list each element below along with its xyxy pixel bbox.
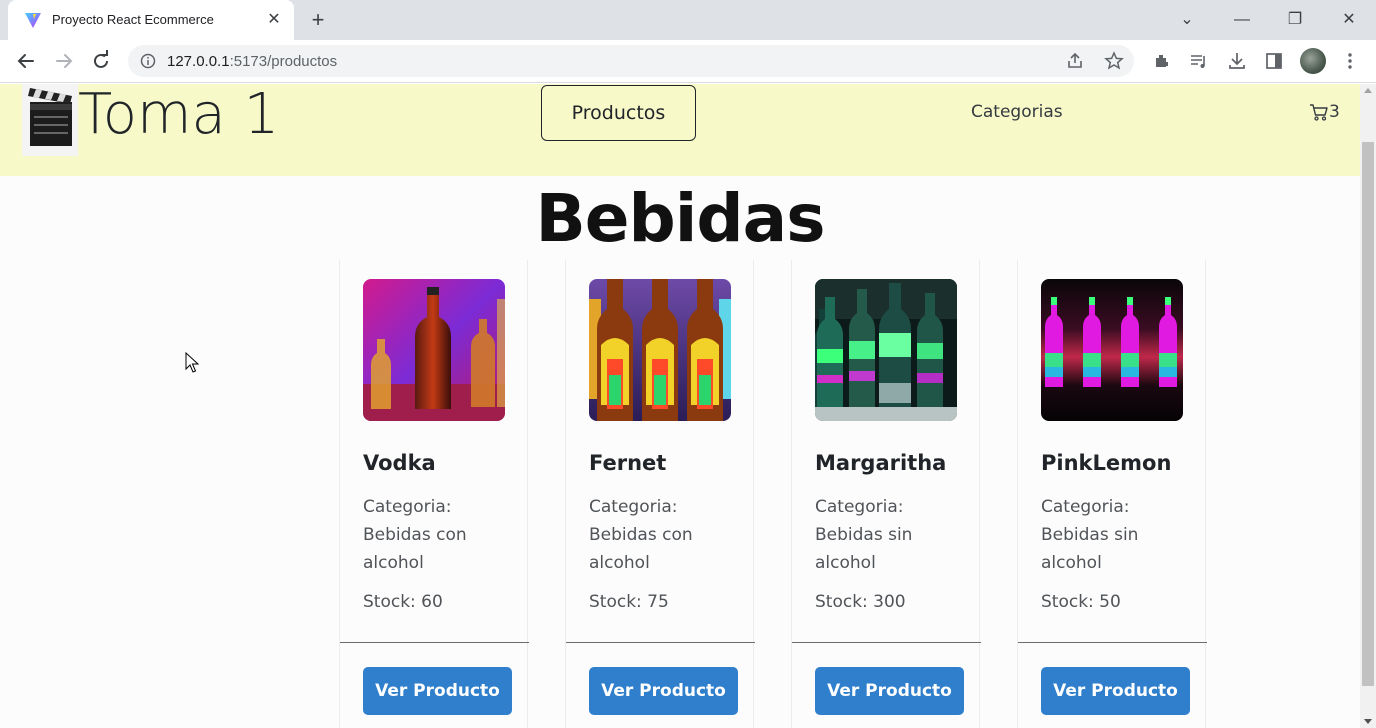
- product-category: Categoria: Bebidas sin alcohol: [1041, 497, 1139, 573]
- product-image-vodka[interactable]: [363, 279, 505, 421]
- side-panel-icon[interactable]: [1264, 51, 1284, 71]
- scroll-down-arrow-icon[interactable]: [1364, 719, 1372, 724]
- product-stock: Stock: 50: [1041, 592, 1121, 612]
- card-divider: [566, 642, 755, 643]
- product-category: Categoria: Bebidas con alcohol: [589, 497, 693, 573]
- cart-count: 3: [1329, 102, 1340, 122]
- cart-icon: [1310, 104, 1328, 121]
- media-controls-icon[interactable]: [1189, 51, 1209, 71]
- nav-productos-button[interactable]: Productos: [541, 85, 696, 141]
- browser-tab[interactable]: Proyecto React Ecommerce ✕: [8, 0, 294, 40]
- brand-title[interactable]: Toma 1: [78, 84, 279, 147]
- minimize-icon[interactable]: —: [1228, 6, 1256, 34]
- page-scrollbar[interactable]: [1360, 84, 1376, 728]
- new-tab-icon[interactable]: +: [306, 8, 330, 32]
- vite-logo-icon: [25, 13, 41, 28]
- product-name: PinkLemon: [1041, 451, 1172, 475]
- ver-producto-button[interactable]: Ver Producto: [815, 667, 964, 715]
- browser-tabstrip: Proyecto React Ecommerce ✕ + ⌄ — ❐ ✕: [0, 0, 1376, 40]
- card-divider: [1018, 642, 1207, 643]
- back-icon[interactable]: [12, 47, 40, 75]
- card-divider: [340, 642, 529, 643]
- product-card: Margaritha Categoria: Bebidas sin alcoho…: [791, 260, 981, 728]
- nav-categorias-link[interactable]: Categorias: [971, 102, 1063, 122]
- product-name: Vodka: [363, 451, 436, 475]
- reload-icon[interactable]: [87, 47, 115, 75]
- product-name: Fernet: [589, 451, 667, 475]
- cart-widget[interactable]: 3: [1309, 102, 1340, 122]
- page-viewport: Toma 1 Productos Categorias 3 Bebidas Vo…: [0, 84, 1360, 728]
- forward-icon[interactable]: [50, 47, 78, 75]
- chrome-menu-icon[interactable]: [1340, 51, 1360, 71]
- bookmark-star-icon[interactable]: [1104, 51, 1124, 71]
- download-icon[interactable]: [1227, 51, 1247, 71]
- extensions-icon[interactable]: [1152, 51, 1172, 71]
- page-title: Bebidas: [535, 180, 825, 257]
- card-divider: [792, 642, 981, 643]
- product-stock: Stock: 300: [815, 592, 906, 612]
- product-card: Vodka Categoria: Bebidas con alcohol Sto…: [339, 260, 529, 728]
- product-image-fernet[interactable]: [589, 279, 731, 421]
- product-stock: Stock: 75: [589, 592, 669, 612]
- restore-icon[interactable]: ❐: [1281, 6, 1309, 34]
- clapperboard-logo[interactable]: [22, 84, 78, 156]
- product-image-margaritha[interactable]: [815, 279, 957, 421]
- tab-close-icon[interactable]: ✕: [264, 10, 284, 30]
- product-card: Fernet Categoria: Bebidas con alcohol St…: [565, 260, 755, 728]
- browser-toolbar: 127.0.0.1:5173/productos: [0, 40, 1376, 83]
- product-category: Categoria: Bebidas con alcohol: [363, 497, 467, 573]
- scroll-thumb[interactable]: [1362, 142, 1374, 686]
- product-name: Margaritha: [815, 451, 947, 475]
- ver-producto-button[interactable]: Ver Producto: [589, 667, 738, 715]
- tab-title: Proyecto React Ecommerce: [52, 12, 214, 27]
- mouse-cursor-icon: [185, 352, 199, 373]
- product-stock: Stock: 60: [363, 592, 443, 612]
- share-icon[interactable]: [1065, 51, 1085, 71]
- product-card: PinkLemon Categoria: Bebidas sin alcohol…: [1017, 260, 1207, 728]
- product-image-pinklemon[interactable]: [1041, 279, 1183, 421]
- scroll-up-arrow-icon[interactable]: [1364, 88, 1372, 93]
- url-text: 127.0.0.1:5173/productos: [167, 53, 338, 70]
- site-navbar: Toma 1 Productos Categorias 3: [0, 84, 1360, 176]
- ver-producto-button[interactable]: Ver Producto: [363, 667, 512, 715]
- profile-avatar[interactable]: [1300, 48, 1326, 74]
- tab-search-icon[interactable]: ⌄: [1173, 6, 1201, 34]
- ver-producto-button[interactable]: Ver Producto: [1041, 667, 1190, 715]
- site-info-icon[interactable]: [140, 53, 156, 69]
- address-bar[interactable]: 127.0.0.1:5173/productos: [128, 45, 1134, 77]
- product-category: Categoria: Bebidas sin alcohol: [815, 497, 913, 573]
- window-close-icon[interactable]: ✕: [1335, 6, 1363, 34]
